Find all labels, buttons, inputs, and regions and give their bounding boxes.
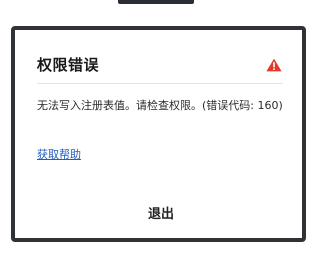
warning-icon (266, 58, 282, 72)
help-link[interactable]: 获取帮助 (37, 146, 81, 162)
permission-error-dialog: 权限错误 无法写入注册表值。请检查权限。(错误代码: 160) 获取帮助 退出 (11, 26, 306, 242)
divider (37, 83, 283, 84)
background-window-edge (118, 0, 194, 4)
dialog-title: 权限错误 (37, 56, 100, 74)
exit-button[interactable]: 退出 (123, 202, 199, 228)
error-message: 无法写入注册表值。请检查权限。(错误代码: 160) (37, 99, 283, 112)
